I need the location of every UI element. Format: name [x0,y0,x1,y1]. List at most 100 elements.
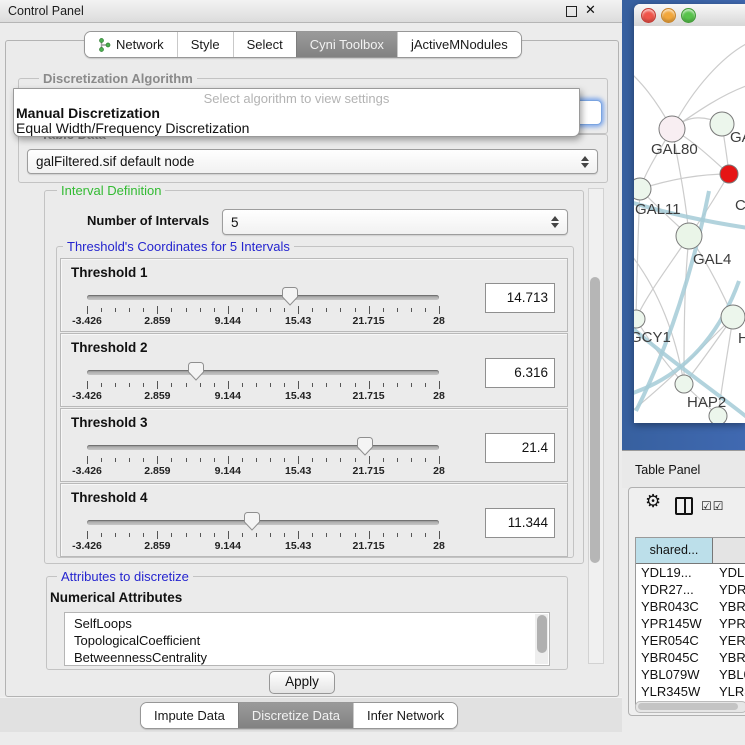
attribute-list-item[interactable]: SelfLoops [65,615,549,632]
table-hscrollbar-thumb[interactable] [638,703,738,710]
network-node-c[interactable] [720,165,738,183]
tick-label: 21.715 [353,465,385,477]
table-row[interactable]: YDR27...YDR2 [636,581,745,598]
threshold-panel-4: Threshold 4-3.4262.8599.14415.4321.71528… [60,483,568,557]
network-node-h[interactable] [721,305,745,329]
float-window-icon[interactable] [566,6,577,17]
tick-label: 2.859 [144,390,170,402]
threshold-value-field[interactable]: 11.344 [485,508,555,538]
tick-label: 9.144 [215,540,241,552]
cell-shared-name: YLR345W [641,683,700,700]
tab-impute-data[interactable]: Impute Data [141,703,238,728]
tick-label: -3.426 [72,465,102,477]
threshold-panel-2: Threshold 2-3.4262.8599.14415.4321.71528… [60,333,568,407]
attribute-list-item[interactable]: BetweennessCentrality [65,649,549,666]
threshold-panel-1: Threshold 1-3.4262.8599.14415.4321.71528… [60,258,568,332]
slider-track[interactable] [87,520,439,525]
tick-label: 2.859 [144,315,170,327]
tab-discretize-data[interactable]: Discretize Data [238,703,353,728]
tick-label: 28 [433,315,445,327]
table-row[interactable]: YPR145W YPR1 [636,615,745,632]
tick-label: 9.144 [215,465,241,477]
table-row[interactable]: YBR043CYBR0 [636,598,745,615]
tab-label: Cyni Toolbox [310,37,384,52]
algorithm-option-manual[interactable]: Manual Discretization [14,106,579,121]
slider-thumb[interactable] [281,287,299,306]
network-node-hap2[interactable] [675,375,693,393]
table-data-combobox[interactable]: galFiltered.sif default node [27,149,598,174]
table-hscrollbar[interactable] [635,701,745,713]
close-icon[interactable]: ✕ [585,2,596,18]
tab-network[interactable]: Network [85,32,177,57]
algorithm-option-equal-width[interactable]: Equal Width/Frequency Discretization [14,121,579,136]
cell-name: YPR1 [719,615,745,632]
numerical-attributes-list[interactable]: SelfLoopsTopologicalCoefficientBetweenne… [64,612,550,666]
network-edge[interactable] [640,174,729,189]
network-edge[interactable] [636,236,689,319]
table-data-combobox-value: galFiltered.sif default node [36,154,194,169]
table-row[interactable]: YLR345WYLR3 [636,683,745,700]
column-header-name[interactable]: n... [713,538,745,564]
control-panel-title: Control Panel [8,4,84,18]
tab-label: Discretize Data [252,708,340,723]
columns-icon[interactable] [675,497,693,515]
table-row[interactable]: YDL19...YDL1 [636,564,745,581]
node-table: shared... n... YDL19...YDL1YDR27...YDR2Y… [635,537,745,705]
list-scrollbar[interactable] [535,614,548,664]
slider-thumb[interactable] [187,362,205,381]
network-edge[interactable] [672,44,745,129]
tab-label: Select [247,37,283,52]
checkbox-icons[interactable]: ☑☑ [701,499,725,513]
panel-scrollbar-thumb[interactable] [590,277,600,563]
slider-track[interactable] [87,445,439,450]
network-window-titlebar[interactable] [634,4,745,27]
slider-ticks [87,531,439,540]
top-tab-bar: Network Style Select Cyni Toolbox jActiveMNo… [84,31,522,58]
slider-track[interactable] [87,295,439,300]
network-node-label: GAL11 [635,201,681,218]
tick-label: 15.43 [285,390,311,402]
network-node-gal11[interactable] [634,178,651,200]
tab-jactivemnodules[interactable]: jActiveMNodules [397,32,521,57]
gear-icon[interactable]: ⚙ [645,491,661,512]
combo-stepper-icon [581,156,589,168]
tab-style[interactable]: Style [177,32,233,57]
number-of-intervals-combobox[interactable]: 5 [222,209,568,235]
column-header-shared-name[interactable]: shared... [636,538,713,564]
window-minimize-traffic-light[interactable] [661,8,676,23]
cell-name: YBR0 [719,649,745,666]
tab-select[interactable]: Select [233,32,296,57]
threshold-value-field[interactable]: 14.713 [485,283,555,313]
network-node-gal4[interactable] [676,223,702,249]
window-close-traffic-light[interactable] [641,8,656,23]
slider-thumb[interactable] [243,512,261,531]
cell-name: YDR2 [719,581,745,598]
threshold-value-field[interactable]: 6.316 [485,358,555,388]
table-row[interactable]: YBL079WYBL0 [636,666,745,683]
list-scrollbar-thumb[interactable] [537,615,547,653]
network-canvas[interactable]: GAL80GACGAL11GAL4GCY1HHAP2 [634,26,745,423]
table-row[interactable]: YBR045CYBR0 [636,649,745,666]
slider-tick-labels: -3.4262.8599.14415.4321.71528 [87,390,439,402]
tick-label: 28 [433,390,445,402]
window-zoom-traffic-light[interactable] [681,8,696,23]
slider-thumb[interactable] [356,437,374,456]
table-panel: ⚙ ☑☑ shared... n... YDL19...YDL1YDR27...… [628,487,745,716]
tab-cyni-toolbox[interactable]: Cyni Toolbox [296,32,397,57]
apply-button[interactable]: Apply [269,671,335,694]
network-icon [98,38,111,52]
tick-label: 15.43 [285,540,311,552]
cell-shared-name: YPR145W [641,615,702,632]
control-panel-titlebar: Control Panel ✕ [0,0,622,23]
threshold-value-field[interactable]: 21.4 [485,433,555,463]
table-row[interactable]: YER054CYER0 [636,632,745,649]
network-node-gcy1[interactable] [634,310,645,328]
slider-track[interactable] [87,370,439,375]
network-node-gal80[interactable] [659,116,685,142]
panel-scrollbar[interactable] [588,188,604,664]
tab-label: Network [116,37,164,52]
cell-name: YER0 [719,632,745,649]
tab-infer-network[interactable]: Infer Network [353,703,457,728]
attribute-list-item[interactable]: TopologicalCoefficient [65,632,549,649]
tick-label: 21.715 [353,390,385,402]
